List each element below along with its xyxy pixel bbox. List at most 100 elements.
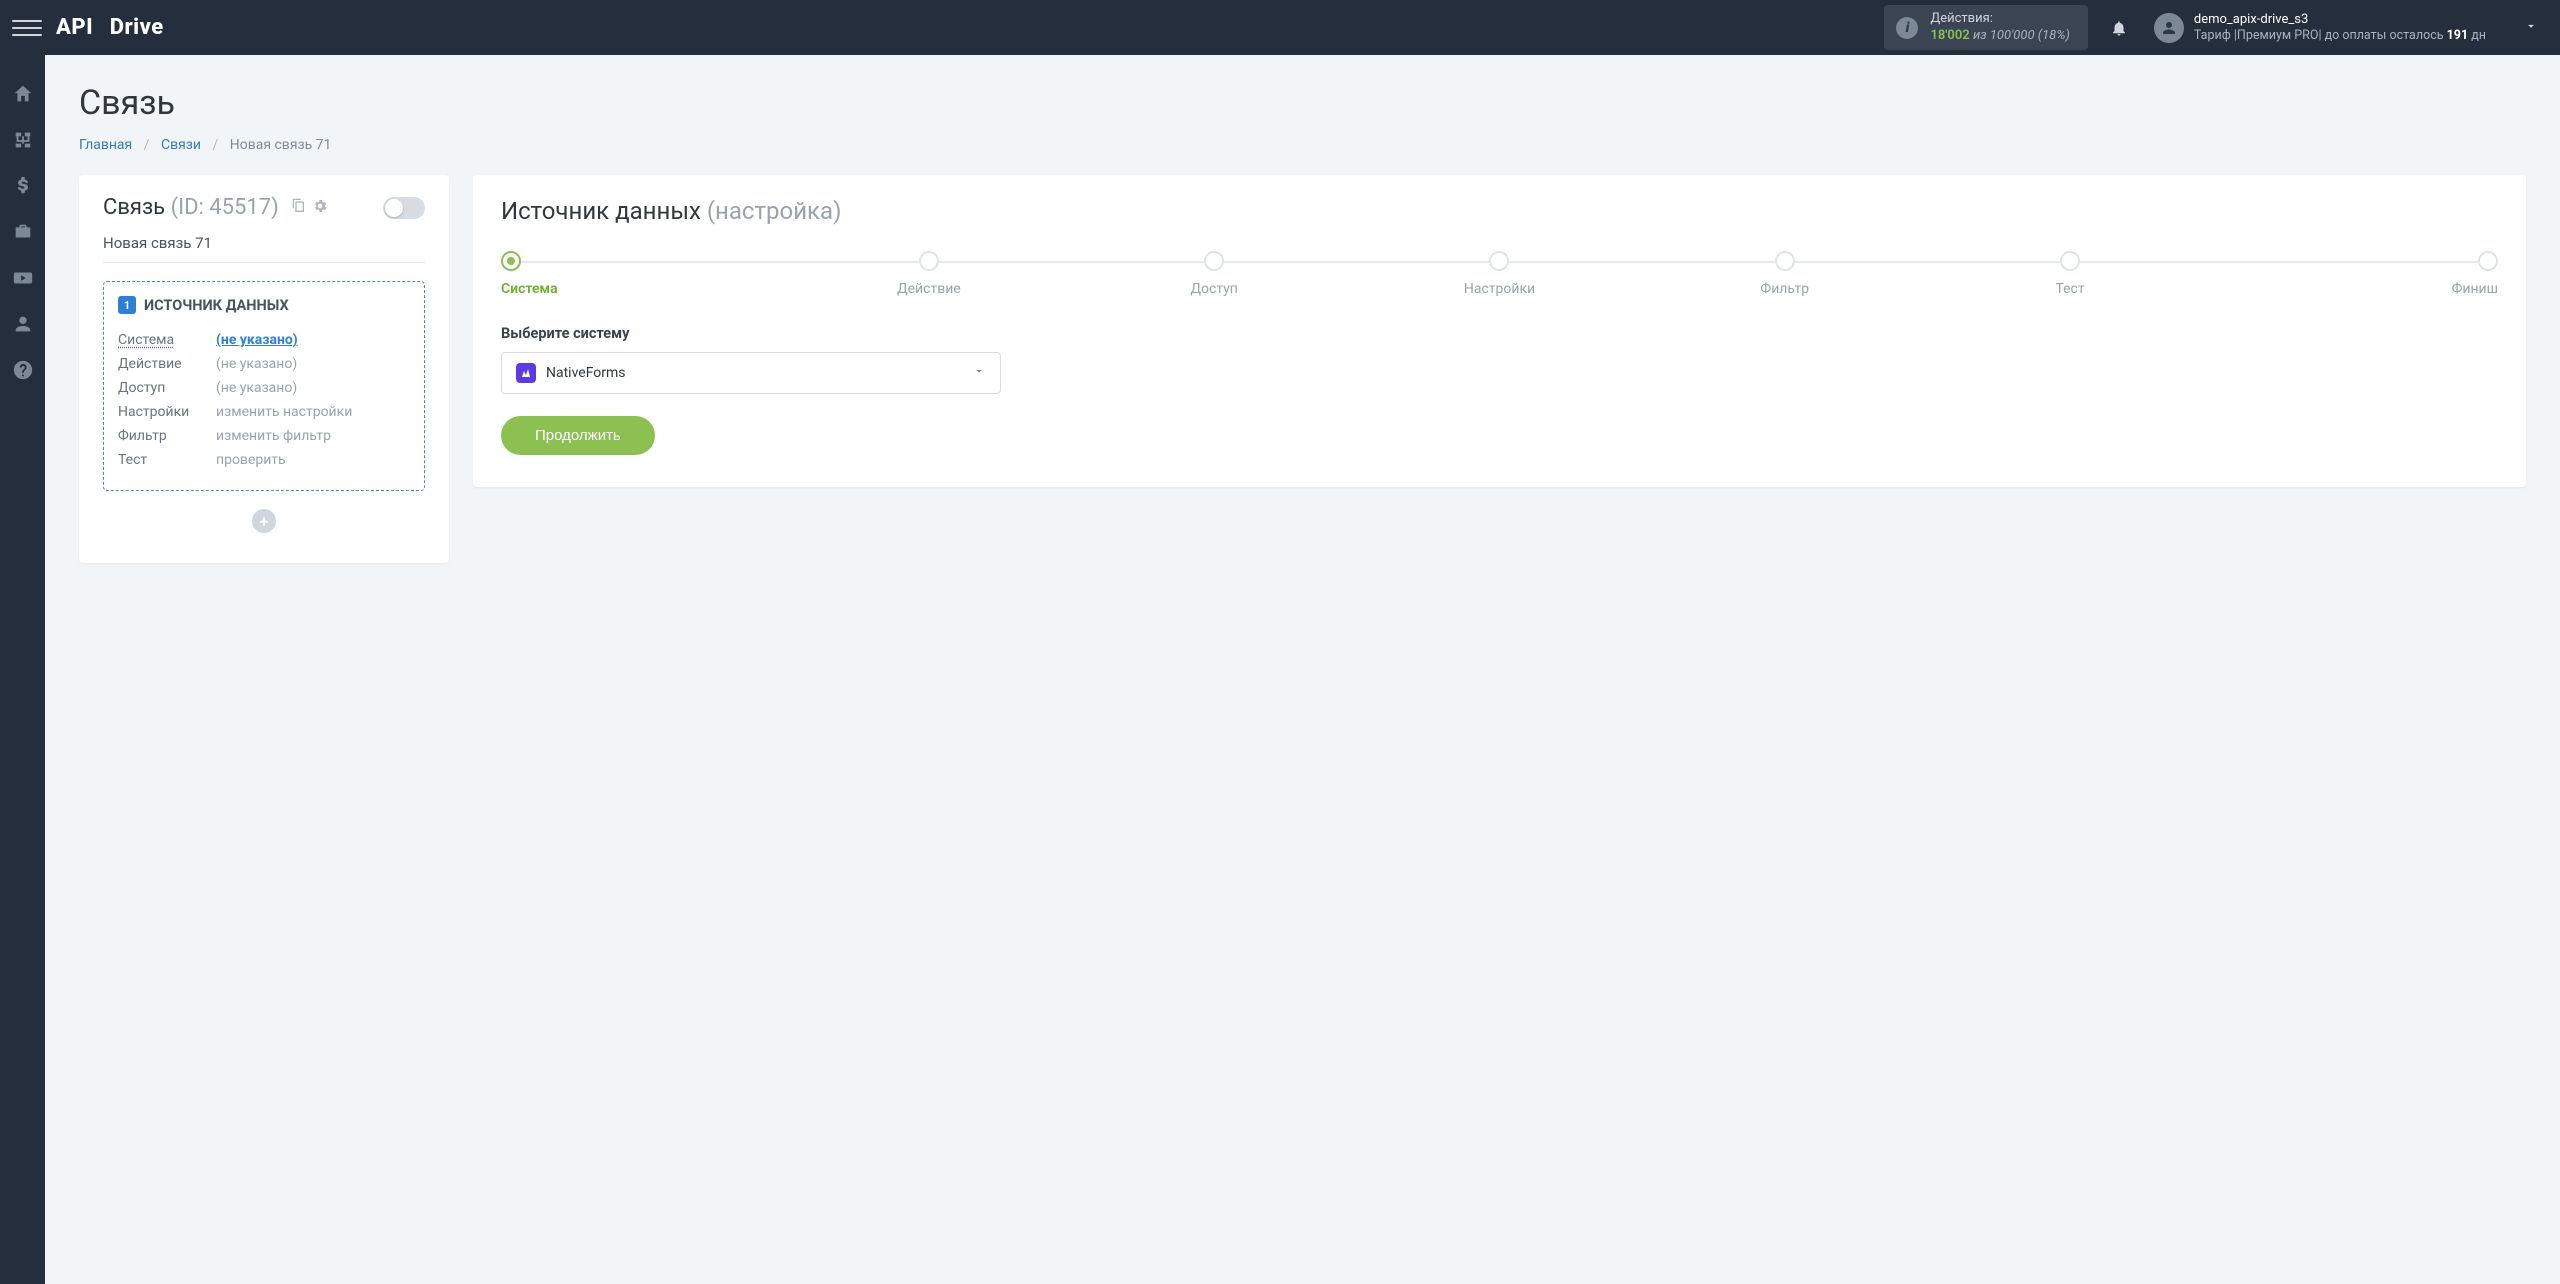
step-label: Тест <box>1927 281 2212 297</box>
nav-video-icon[interactable] <box>12 267 34 289</box>
step-label: Финиш <box>2213 281 2498 297</box>
avatar-icon <box>2154 13 2184 43</box>
source-row-key: Тест <box>118 452 202 468</box>
chevron-down-icon <box>972 364 986 382</box>
nav-home-icon[interactable] <box>12 83 34 105</box>
logo-part3: Drive <box>110 15 164 40</box>
source-row: Тест проверить <box>118 448 410 472</box>
user-days-suffix: дн <box>2468 28 2486 43</box>
chevron-down-icon <box>2524 19 2538 37</box>
step-label: Настройки <box>1357 281 1642 297</box>
step-dot <box>919 251 939 271</box>
user-menu[interactable]: demo_apix-drive_s3 Тариф |Премиум PRO| д… <box>2154 12 2538 44</box>
source-row-key: Доступ <box>118 380 202 396</box>
source-row-key: Настройки <box>118 404 202 420</box>
connection-id: (ID: 45517) <box>171 195 279 220</box>
page-title: Связь <box>79 83 2526 123</box>
actions-counter[interactable]: i Действия: 18'002 из 100'000 (18%) <box>1884 5 2087 50</box>
actions-pct: (18%) <box>2038 28 2070 43</box>
step-настройки[interactable]: Настройки <box>1357 251 1642 297</box>
content-area: Связь Главная / Связи / Новая связь 71 С… <box>45 55 2560 1284</box>
source-row-value[interactable]: (не указано) <box>216 356 297 372</box>
actions-total: 100'000 <box>1990 28 2035 43</box>
logo-part-x: X <box>94 15 109 40</box>
step-badge: 1 <box>118 296 136 314</box>
source-row: Система (не указано) <box>118 328 410 352</box>
system-select[interactable]: NativeForms <box>501 352 1001 394</box>
step-label: Фильтр <box>1642 281 1927 297</box>
source-row-value[interactable]: изменить настройки <box>216 404 352 420</box>
menu-toggle[interactable] <box>12 13 42 43</box>
source-row: Настройки изменить настройки <box>118 400 410 424</box>
source-row-value[interactable]: (не указано) <box>216 380 297 396</box>
source-row-key: Система <box>118 332 202 348</box>
breadcrumb: Главная / Связи / Новая связь 71 <box>79 137 2526 153</box>
source-row-key: Действие <box>118 356 202 372</box>
nav-connections-icon[interactable] <box>12 129 34 151</box>
connection-summary-card: Связь (ID: 45517) Новая связь 71 1 ИСТОЧ… <box>79 175 449 563</box>
system-icon <box>516 363 536 383</box>
user-text: demo_apix-drive_s3 Тариф |Премиум PRO| д… <box>2194 12 2486 44</box>
add-step-button[interactable]: + <box>252 509 276 533</box>
step-система[interactable]: Система <box>501 251 786 297</box>
user-tariff-prefix: Тариф |Премиум PRO| до оплаты осталось <box>2194 28 2447 43</box>
actions-of: из <box>1973 28 1987 43</box>
continue-button[interactable]: Продолжить <box>501 416 655 455</box>
step-фильтр[interactable]: Фильтр <box>1642 251 1927 297</box>
source-row-key: Фильтр <box>118 428 202 444</box>
data-source-title: 1 ИСТОЧНИК ДАННЫХ <box>118 296 410 314</box>
breadcrumb-home[interactable]: Главная <box>79 137 132 153</box>
connection-title-word: Связь <box>103 195 165 220</box>
step-dot <box>2060 251 2080 271</box>
user-name: demo_apix-drive_s3 <box>2194 12 2486 28</box>
step-финиш[interactable]: Финиш <box>2213 251 2498 297</box>
system-select-value: NativeForms <box>546 365 626 381</box>
logo[interactable]: APIXDrive <box>56 15 164 40</box>
gear-icon[interactable] <box>312 195 328 220</box>
connection-enable-toggle[interactable] <box>383 197 425 219</box>
source-row: Доступ (не указано) <box>118 376 410 400</box>
step-dot <box>1775 251 1795 271</box>
actions-text: Действия: 18'002 из 100'000 (18%) <box>1930 11 2069 44</box>
nav-billing-icon[interactable] <box>12 175 34 197</box>
source-row-value[interactable]: проверить <box>216 452 286 468</box>
system-field-label: Выберите систему <box>501 325 2498 342</box>
data-source-title-text: ИСТОЧНИК ДАННЫХ <box>144 297 289 314</box>
source-row-value[interactable]: (не указано) <box>216 332 298 348</box>
breadcrumb-current: Новая связь 71 <box>230 137 332 153</box>
data-source-box: 1 ИСТОЧНИК ДАННЫХ Система(не указано)Дей… <box>103 281 425 491</box>
topbar: APIXDrive i Действия: 18'002 из 100'000 … <box>0 0 2560 55</box>
step-label: Доступ <box>1072 281 1357 297</box>
step-label: Действие <box>786 281 1071 297</box>
nav-account-icon[interactable] <box>12 313 34 335</box>
user-days: 191 <box>2447 28 2469 43</box>
step-dot <box>501 251 521 271</box>
config-title-sub: (настройка) <box>707 197 842 225</box>
data-source-config-card: Источник данных (настройка) СистемаДейст… <box>473 175 2526 487</box>
step-действие[interactable]: Действие <box>786 251 1071 297</box>
actions-label: Действия: <box>1930 11 2069 27</box>
connection-name: Новая связь 71 <box>103 234 425 263</box>
config-title: Источник данных (настройка) <box>501 197 2498 225</box>
actions-used: 18'002 <box>1930 28 1969 43</box>
breadcrumb-links[interactable]: Связи <box>161 137 201 153</box>
stepper: СистемаДействиеДоступНастройкиФильтрТест… <box>501 251 2498 297</box>
logo-part1: API <box>56 15 93 40</box>
step-dot <box>1204 251 1224 271</box>
notifications-button[interactable] <box>2110 19 2128 37</box>
config-title-main: Источник данных <box>501 197 701 225</box>
info-icon: i <box>1896 17 1918 39</box>
step-тест[interactable]: Тест <box>1927 251 2212 297</box>
source-row: Фильтр изменить фильтр <box>118 424 410 448</box>
step-доступ[interactable]: Доступ <box>1072 251 1357 297</box>
source-row-value[interactable]: изменить фильтр <box>216 428 331 444</box>
copy-icon[interactable] <box>290 195 306 220</box>
connection-title: Связь (ID: 45517) <box>103 195 328 220</box>
step-label: Система <box>501 281 786 297</box>
left-rail <box>0 55 45 1284</box>
nav-help-icon[interactable] <box>12 359 34 381</box>
step-dot <box>1489 251 1509 271</box>
step-dot <box>2478 251 2498 271</box>
source-row: Действие (не указано) <box>118 352 410 376</box>
nav-briefcase-icon[interactable] <box>12 221 34 243</box>
